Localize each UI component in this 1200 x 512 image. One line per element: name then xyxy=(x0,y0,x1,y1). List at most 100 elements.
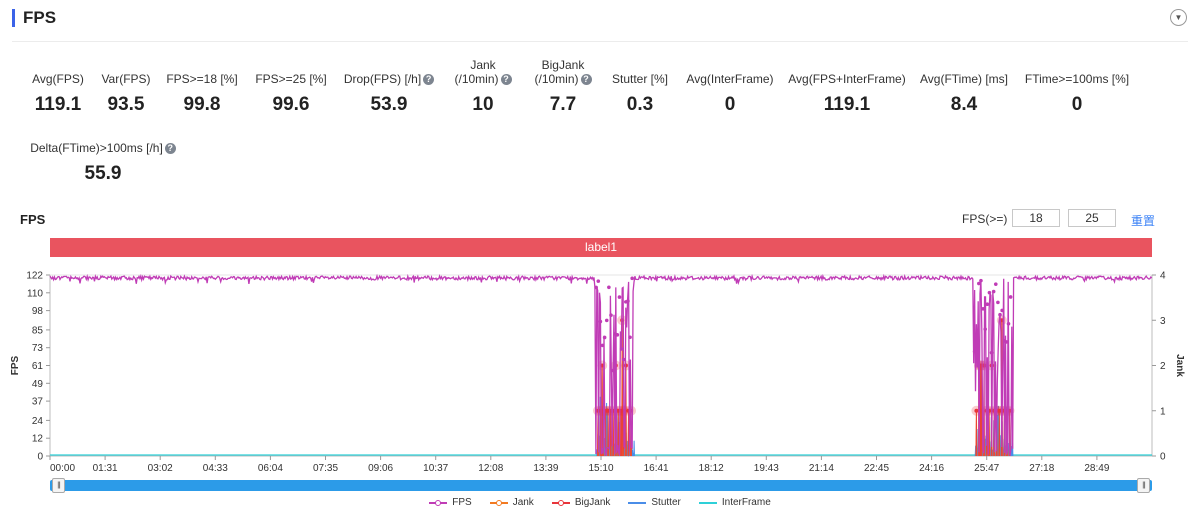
y-axis-right-label: Jank xyxy=(1174,354,1185,377)
help-icon[interactable]: ? xyxy=(164,142,176,154)
fps-point xyxy=(1000,308,1004,313)
collapse-chevron-icon[interactable]: ▼ xyxy=(1170,9,1187,26)
reset-link[interactable]: 重置 xyxy=(1131,212,1155,229)
y-right-tick-label: 3 xyxy=(1160,316,1166,327)
metric-metrics_row1-9: Avg(FPS+InterFrame) 119.1 xyxy=(782,58,912,116)
x-tick-label: 13:39 xyxy=(533,463,558,474)
fps-point xyxy=(607,285,611,290)
legend-item-bigjank[interactable]: BigJank xyxy=(551,497,611,508)
legend-swatch-icon xyxy=(429,499,448,507)
fps-point xyxy=(981,306,985,311)
fps-point xyxy=(619,347,624,351)
section-header: FPS xyxy=(12,8,56,28)
fps-point xyxy=(1008,295,1013,299)
zoom-slider-left-handle[interactable]: ||| xyxy=(52,478,65,493)
fps-point xyxy=(998,312,1002,317)
metric-value: 55.9 xyxy=(84,163,122,184)
y-left-tick-label: 37 xyxy=(32,397,44,408)
legend-swatch-icon xyxy=(698,499,717,507)
metric-metrics_row1-11: FTime>=100ms [%] 0 xyxy=(1012,58,1142,116)
zoom-slider-track[interactable] xyxy=(50,480,1152,491)
x-tick-label: 09:06 xyxy=(368,463,393,474)
fps-point xyxy=(598,319,603,324)
x-tick-label: 10:37 xyxy=(423,463,448,474)
metric-metrics_row1-8: Avg(InterFrame) 0 xyxy=(665,58,795,116)
header-divider xyxy=(12,41,1188,42)
zoom-slider-right-handle[interactable]: ||| xyxy=(1137,478,1150,493)
metric-label-text: Avg(FPS+InterFrame) xyxy=(788,72,906,86)
fps-point xyxy=(611,368,615,373)
metric-metrics_row1-10: Avg(FTime) [ms] 8.4 xyxy=(899,58,1029,116)
label-band[interactable]: label1 xyxy=(50,238,1152,257)
legend-label: Jank xyxy=(512,497,534,508)
x-tick-label: 18:12 xyxy=(699,463,724,474)
metric-label-text: (/10min) xyxy=(534,72,579,86)
metric-value: 119.1 xyxy=(823,94,871,115)
x-tick-label: 16:41 xyxy=(644,463,669,474)
metric-label-text: Jank xyxy=(470,58,496,72)
metric-label: Avg(InterFrame) xyxy=(665,58,795,86)
x-tick-label: 04:33 xyxy=(203,463,228,474)
metric-label-text: (/10min) xyxy=(454,72,499,86)
x-tick-label: 24:16 xyxy=(919,463,944,474)
chart-title: FPS xyxy=(20,212,46,227)
y-left-tick-label: 24 xyxy=(32,416,44,427)
fps-point xyxy=(626,299,630,303)
y-left-tick-label: 61 xyxy=(32,361,44,372)
legend-item-interframe[interactable]: InterFrame xyxy=(698,497,771,508)
x-tick-label: 19:43 xyxy=(754,463,779,474)
x-tick-label: 00:00 xyxy=(50,463,75,474)
x-tick-label: 21:14 xyxy=(809,463,834,474)
fps-threshold-high-input[interactable] xyxy=(1068,209,1116,227)
fps-point xyxy=(993,282,998,286)
metric-label-text: Stutter [%] xyxy=(611,72,669,86)
legend-label: BigJank xyxy=(574,497,611,508)
bigjank-series-line xyxy=(597,320,1011,457)
legend-label: InterFrame xyxy=(721,497,771,508)
fps-point xyxy=(1006,322,1011,326)
x-tick-label: 27:18 xyxy=(1029,463,1054,474)
metric-label-text: Avg(FTime) [ms] xyxy=(919,72,1008,86)
y-right-tick-label: 1 xyxy=(1160,406,1166,417)
legend-label: Stutter xyxy=(651,497,681,508)
title-accent-bar xyxy=(12,9,15,27)
y-left-tick-label: 85 xyxy=(32,325,44,336)
y-right-tick-label: 4 xyxy=(1160,271,1166,282)
fps-point xyxy=(617,295,622,299)
fps-threshold-label: FPS(>=) xyxy=(962,212,1008,226)
fps-point xyxy=(602,335,607,340)
fps-point xyxy=(621,357,626,362)
metric-label-text: FPS>=25 [%] xyxy=(255,72,327,86)
x-tick-label: 06:04 xyxy=(258,463,283,474)
fps-threshold-low-input[interactable] xyxy=(1012,209,1060,227)
legend-label: FPS xyxy=(452,497,472,508)
metric-value: 8.4 xyxy=(950,94,978,115)
y-right-tick-label: 0 xyxy=(1160,452,1166,463)
fps-point xyxy=(996,300,1000,305)
legend-item-fps[interactable]: FPS xyxy=(429,497,472,508)
metric-value: 0 xyxy=(1071,94,1083,115)
legend-swatch-icon xyxy=(551,499,570,507)
x-tick-label: 12:08 xyxy=(478,463,503,474)
fps-point xyxy=(594,285,598,290)
legend-item-stutter[interactable]: Stutter xyxy=(628,497,681,508)
legend-swatch-icon xyxy=(628,499,647,507)
metric-label: Avg(FTime) [ms] xyxy=(899,58,1029,86)
fps-chart[interactable]: 012243749617385981101220123400:00 01:31 03… xyxy=(0,262,1200,475)
y-left-tick-label: 0 xyxy=(37,452,43,463)
y-right-tick-label: 2 xyxy=(1160,361,1166,372)
y-left-tick-label: 12 xyxy=(32,434,44,445)
metric-label: Delta(FTime)>100ms [/h]? xyxy=(30,127,176,155)
x-tick-label: 07:35 xyxy=(313,463,338,474)
legend-swatch-icon xyxy=(489,499,508,507)
y-left-tick-label: 73 xyxy=(32,343,44,354)
metric-label-text: Avg(InterFrame) xyxy=(686,72,774,86)
jank-series-line xyxy=(597,320,1011,457)
legend-item-jank[interactable]: Jank xyxy=(489,497,534,508)
fps-point xyxy=(983,327,987,331)
fps-point xyxy=(989,350,994,355)
metric-value: 0 xyxy=(724,94,736,115)
metric-label: Avg(FPS+InterFrame) xyxy=(782,58,912,86)
y-left-tick-label: 122 xyxy=(26,271,43,282)
fps-point xyxy=(974,347,979,351)
